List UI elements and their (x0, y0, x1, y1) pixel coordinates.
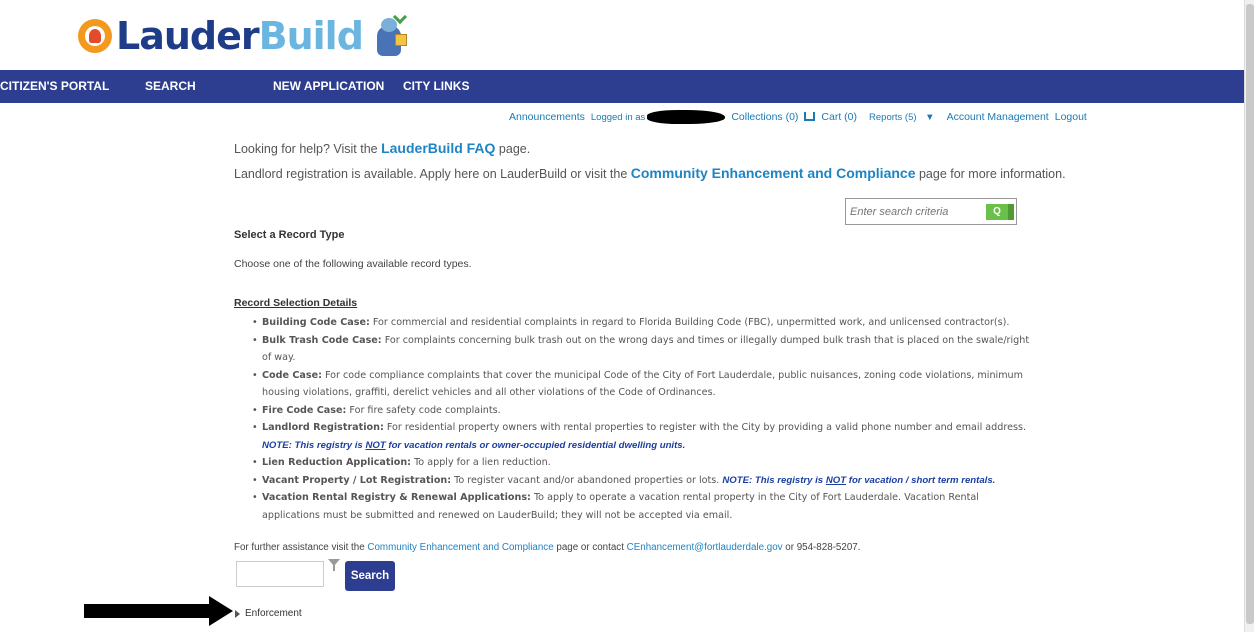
record-type-instruction: Choose one of the following available re… (234, 258, 472, 270)
main-nav: CITIZEN'S PORTAL SEARCH NEW APPLICATION … (0, 70, 1244, 103)
reports-menu[interactable]: Reports (5) ▼ (869, 112, 941, 123)
list-item: Building Code Case: For commercial and r… (252, 314, 1032, 332)
record-details-list: Building Code Case: For commercial and r… (252, 314, 1032, 524)
collections-link[interactable]: Collections (0) (731, 111, 798, 123)
user-links-bar: Announcements Logged in as Collections (… (509, 110, 1093, 124)
mascot-icon (369, 9, 409, 60)
lauderbuild-logo[interactable]: LauderBuild (78, 8, 409, 64)
nav-city-links[interactable]: CITY LINKS (403, 70, 469, 103)
list-item: Vacation Rental Registry & Renewal Appli… (252, 489, 1032, 524)
record-search-input[interactable] (236, 561, 324, 587)
record-search-button[interactable]: Search (345, 561, 395, 591)
search-criteria-input[interactable] (850, 203, 980, 221)
search-submit-button[interactable]: Q (986, 204, 1014, 220)
logged-in-label: Logged in as (590, 111, 646, 123)
list-item: Bulk Trash Code Case: For complaints con… (252, 332, 1032, 367)
filter-icon[interactable] (328, 559, 340, 571)
caret-down-icon: ▼ (925, 111, 935, 123)
vertical-scrollbar[interactable] (1244, 0, 1254, 632)
nav-citizens-portal[interactable]: CITIZEN'S PORTAL (0, 70, 109, 103)
record-type-heading: Select a Record Type (234, 229, 345, 241)
email-link[interactable]: CEnhancement@fortlauderdale.gov (627, 542, 783, 553)
list-item: Landlord Registration: For residential p… (252, 419, 1032, 454)
cart-icon (804, 112, 816, 121)
scroll-thumb[interactable] (1246, 4, 1254, 624)
record-details-title: Record Selection Details (234, 297, 358, 309)
nav-new-application[interactable]: NEW APPLICATION (273, 70, 384, 103)
logo-text: LauderBuild (116, 14, 364, 58)
assistance-text: For further assistance visit the Communi… (234, 542, 861, 553)
logout-link[interactable]: Logout (1055, 111, 1087, 123)
enforcement-tree-item[interactable]: Enforcement (235, 608, 302, 619)
faq-link[interactable]: LauderBuild FAQ (381, 140, 495, 156)
community-enhancement-link[interactable]: Community Enhancement and Compliance (631, 165, 916, 181)
account-management-link[interactable]: Account Management (947, 111, 1049, 123)
help-line-landlord: Landlord registration is available. Appl… (234, 165, 1066, 181)
list-item: Fire Code Case: For fire safety code com… (252, 402, 1032, 420)
nav-search[interactable]: SEARCH (145, 70, 196, 103)
expand-triangle-icon[interactable] (235, 609, 240, 618)
list-item: Lien Reduction Application: To apply for… (252, 454, 1032, 472)
redacted-username (647, 110, 726, 124)
list-item: Vacant Property / Lot Registration: To r… (252, 472, 1032, 490)
enforcement-label: Enforcement (245, 608, 302, 619)
announcements-link[interactable]: Announcements (509, 111, 585, 123)
global-search: Q (845, 198, 1017, 225)
help-line-faq: Looking for help? Visit the LauderBuild … (234, 140, 531, 156)
list-item: Code Case: For code compliance complaint… (252, 367, 1032, 402)
arrow-annotation-icon (84, 596, 233, 628)
logo-emblem-icon (78, 19, 112, 53)
cart-link[interactable]: Cart (0) (804, 111, 863, 123)
community-enhancement-assist-link[interactable]: Community Enhancement and Compliance (367, 542, 553, 553)
